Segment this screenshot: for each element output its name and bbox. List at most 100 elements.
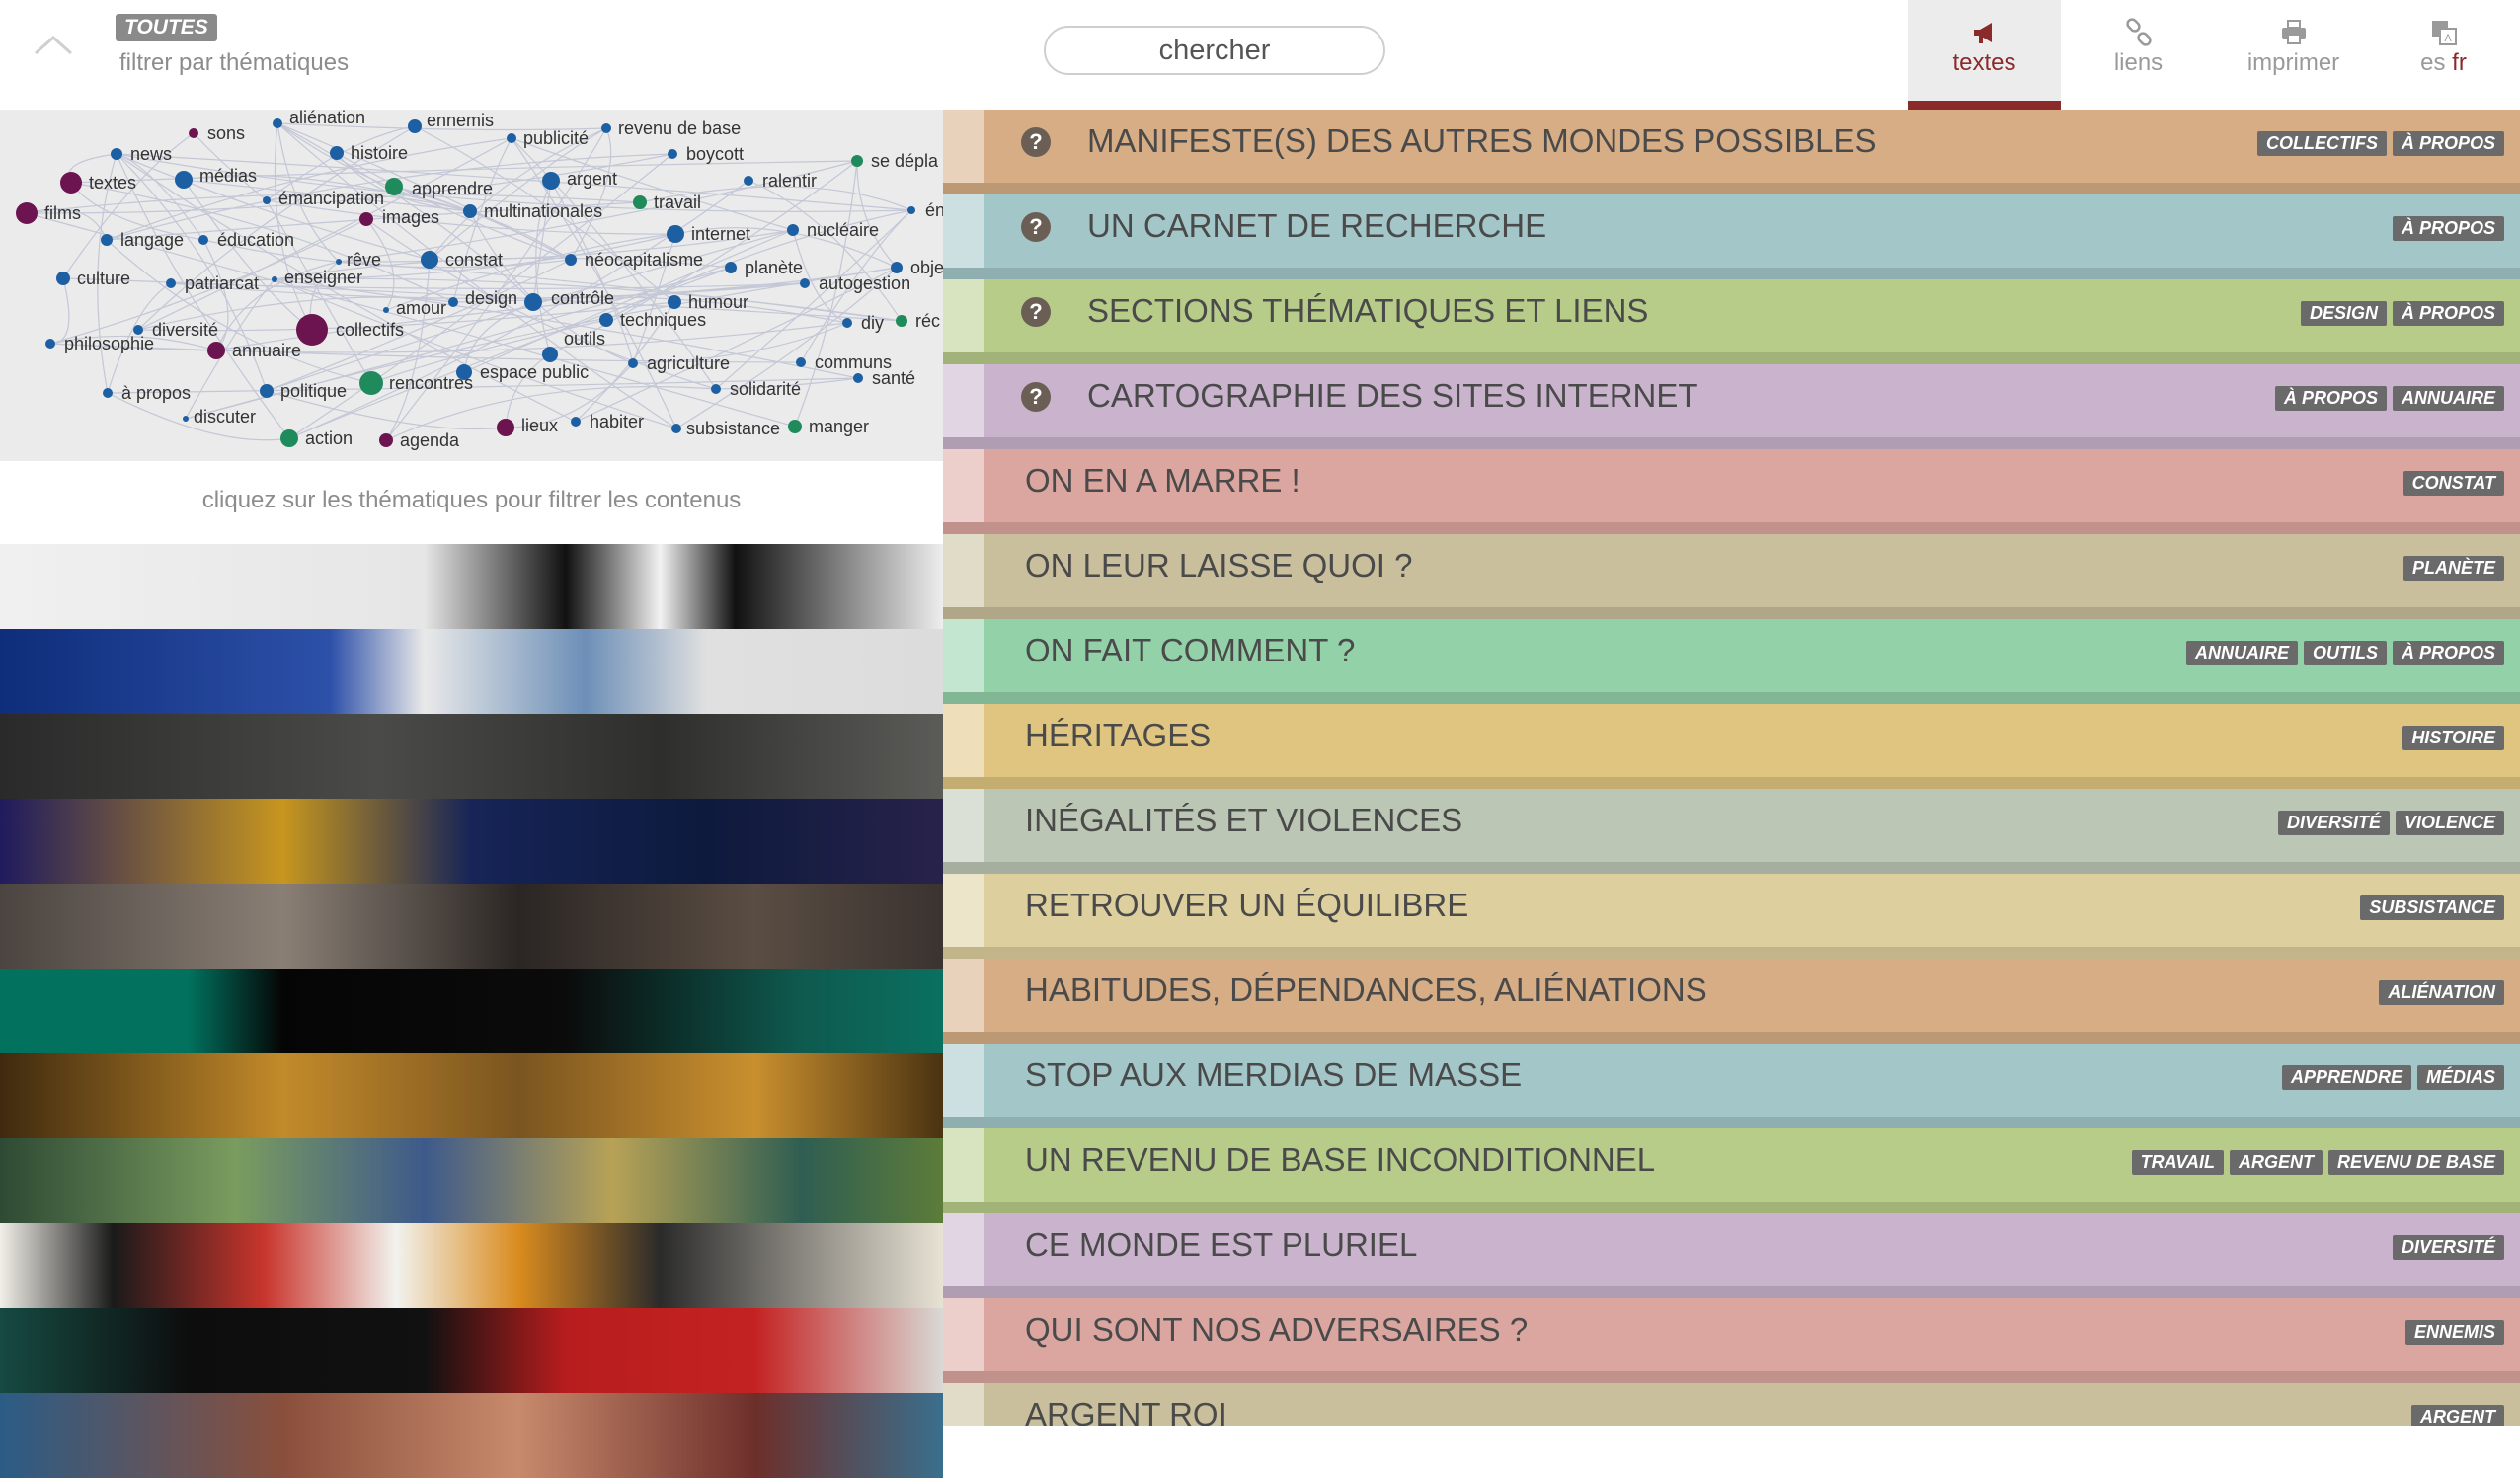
article-row[interactable]: STOP AUX MERDIAS DE MASSE APPRENDRE MÉDIAS (943, 1044, 2520, 1128)
theme-node[interactable]: diy (842, 313, 884, 333)
image-strip[interactable] (0, 544, 943, 629)
theme-node[interactable]: subsistance (671, 419, 780, 438)
theme-node[interactable]: multinationales (463, 201, 602, 221)
article-row[interactable]: INÉGALITÉS ET VIOLENCES DIVERSITÉ VIOLENCE (943, 789, 2520, 874)
theme-node[interactable]: médias (175, 166, 257, 189)
row-color-band (943, 1383, 984, 1426)
theme-node[interactable]: constat (421, 250, 503, 270)
nav-language[interactable]: A es fr (2367, 0, 2520, 110)
theme-node[interactable]: nucléaire (787, 220, 879, 240)
image-strip[interactable] (0, 1138, 943, 1223)
nav-imprimer[interactable]: imprimer (2217, 0, 2370, 110)
article-row[interactable]: ? CARTOGRAPHIE DES SITES INTERNET À PROPOS… (943, 364, 2520, 449)
theme-tag[interactable]: À PROPOS (2392, 216, 2504, 241)
theme-node[interactable]: enseigner (272, 268, 362, 287)
article-row[interactable]: ? SECTIONS THÉMATIQUES ET LIENS DESIGN À PR… (943, 279, 2520, 364)
theme-tag[interactable]: ANNUAIRE (2185, 641, 2298, 665)
theme-tag[interactable]: À PROPOS (2392, 131, 2504, 156)
theme-node[interactable]: réc (896, 311, 940, 331)
article-row[interactable]: ON FAIT COMMENT ? ANNUAIRE OUTILS À PROPOS (943, 619, 2520, 704)
theme-tag[interactable]: MÉDIAS (2416, 1065, 2504, 1090)
theme-node[interactable]: se dépla (851, 151, 939, 171)
theme-tag[interactable]: VIOLENCE (2395, 811, 2504, 835)
theme-node[interactable]: humour (668, 292, 748, 312)
theme-node[interactable]: manger (788, 417, 869, 436)
theme-tag[interactable]: ALIÉNATION (2379, 980, 2504, 1005)
collapse-map-button[interactable] (30, 30, 89, 77)
theme-tag[interactable]: DESIGN (2300, 301, 2387, 326)
theme-node[interactable]: collectifs (296, 314, 404, 346)
theme-node[interactable]: rencontres (359, 371, 473, 395)
theme-tag[interactable]: CONSTAT (2402, 471, 2504, 496)
theme-node[interactable]: sons (189, 123, 245, 143)
image-strip[interactable] (0, 1393, 943, 1478)
theme-tag[interactable]: ENNEMIS (2404, 1320, 2504, 1345)
theme-tag[interactable]: OUTILS (2303, 641, 2387, 665)
theme-node[interactable]: habiter (571, 412, 644, 431)
theme-node[interactable]: lieux (497, 416, 558, 436)
nav-liens[interactable]: liens (2062, 0, 2215, 110)
article-row[interactable]: ? UN CARNET DE RECHERCHE À PROPOS (943, 194, 2520, 279)
theme-node[interactable]: espace public (456, 362, 589, 382)
theme-tag[interactable]: À PROPOS (2274, 386, 2387, 411)
theme-tag[interactable]: REVENU DE BASE (2327, 1150, 2504, 1175)
image-strip[interactable] (0, 1053, 943, 1138)
theme-node[interactable]: néocapitalisme (565, 250, 703, 270)
article-row[interactable]: ON EN A MARRE ! CONSTAT (943, 449, 2520, 534)
theme-node[interactable]: én (907, 200, 943, 220)
theme-node-dot (175, 171, 193, 189)
article-row[interactable]: HÉRITAGES HISTOIRE (943, 704, 2520, 789)
image-strip[interactable] (0, 1308, 943, 1393)
theme-node[interactable]: discuter (183, 407, 256, 427)
image-strip[interactable] (0, 799, 943, 884)
theme-tag[interactable]: DIVERSITÉ (2277, 811, 2390, 835)
theme-node[interactable]: argent (542, 169, 617, 190)
theme-tag[interactable]: SUBSISTANCE (2360, 895, 2504, 920)
row-color-band (943, 1128, 984, 1202)
theme-node[interactable]: boycott (668, 144, 744, 164)
image-strip[interactable] (0, 884, 943, 969)
theme-node[interactable]: textes (60, 172, 136, 194)
lang-fr-link[interactable]: fr (2452, 49, 2467, 76)
theme-node[interactable]: images (359, 207, 439, 227)
theme-tag[interactable]: ANNUAIRE (2392, 386, 2504, 411)
theme-tag[interactable]: À PROPOS (2392, 301, 2504, 326)
image-strip[interactable] (0, 714, 943, 799)
image-strip[interactable] (0, 969, 943, 1053)
theme-node[interactable]: films (16, 202, 81, 224)
theme-node-label: annuaire (232, 341, 301, 360)
theme-node[interactable]: aliénation (273, 110, 365, 128)
theme-node[interactable]: éducation (198, 230, 294, 250)
article-row[interactable]: UN REVENU DE BASE INCONDITIONNEL TRAVAIL A… (943, 1128, 2520, 1213)
theme-node[interactable]: internet (667, 224, 750, 244)
theme-tag[interactable]: COLLECTIFS (2256, 131, 2387, 156)
image-strip[interactable] (0, 1223, 943, 1308)
theme-tag[interactable]: PLANÈTE (2402, 556, 2504, 581)
article-row[interactable]: CE MONDE EST PLURIEL DIVERSITÉ (943, 1213, 2520, 1298)
theme-tag[interactable]: TRAVAIL (2131, 1150, 2224, 1175)
article-row[interactable]: ON LEUR LAISSE QUOI ? PLANÈTE (943, 534, 2520, 619)
theme-node[interactable]: émancipation (263, 189, 384, 208)
article-row[interactable]: QUI SONT NOS ADVERSAIRES ? ENNEMIS (943, 1298, 2520, 1383)
article-row[interactable]: HABITUDES, DÉPENDANCES, ALIÉNATIONS ALIÉN… (943, 959, 2520, 1044)
theme-tag[interactable]: ARGENT (2229, 1150, 2323, 1175)
image-strip[interactable] (0, 629, 943, 714)
lang-es-link[interactable]: es (2420, 49, 2445, 76)
theme-node-label: revenu de base (618, 118, 741, 138)
theme-tag[interactable]: DIVERSITÉ (2392, 1235, 2504, 1260)
article-row[interactable]: ? MANIFESTE(S) DES AUTRES MONDES POSSIBLE… (943, 110, 2520, 194)
theme-node[interactable]: annuaire (207, 341, 301, 360)
theme-node[interactable]: revenu de base (601, 118, 741, 138)
theme-tag[interactable]: HISTOIRE (2402, 726, 2504, 750)
article-row[interactable]: ARGENT ROI ARGENT (943, 1383, 2520, 1426)
theme-node[interactable]: politique (260, 381, 347, 401)
theme-node[interactable]: action (280, 428, 353, 448)
search-input[interactable] (1044, 26, 1385, 75)
nav-textes[interactable]: textes (1908, 0, 2061, 110)
theme-tag[interactable]: ARGENT (2411, 1405, 2504, 1426)
theme-node[interactable]: rêve (336, 250, 381, 270)
all-themes-badge[interactable]: TOUTES (116, 14, 217, 41)
theme-tag[interactable]: APPRENDRE (2281, 1065, 2411, 1090)
theme-tag[interactable]: À PROPOS (2392, 641, 2504, 665)
article-row[interactable]: RETROUVER UN ÉQUILIBRE SUBSISTANCE (943, 874, 2520, 959)
